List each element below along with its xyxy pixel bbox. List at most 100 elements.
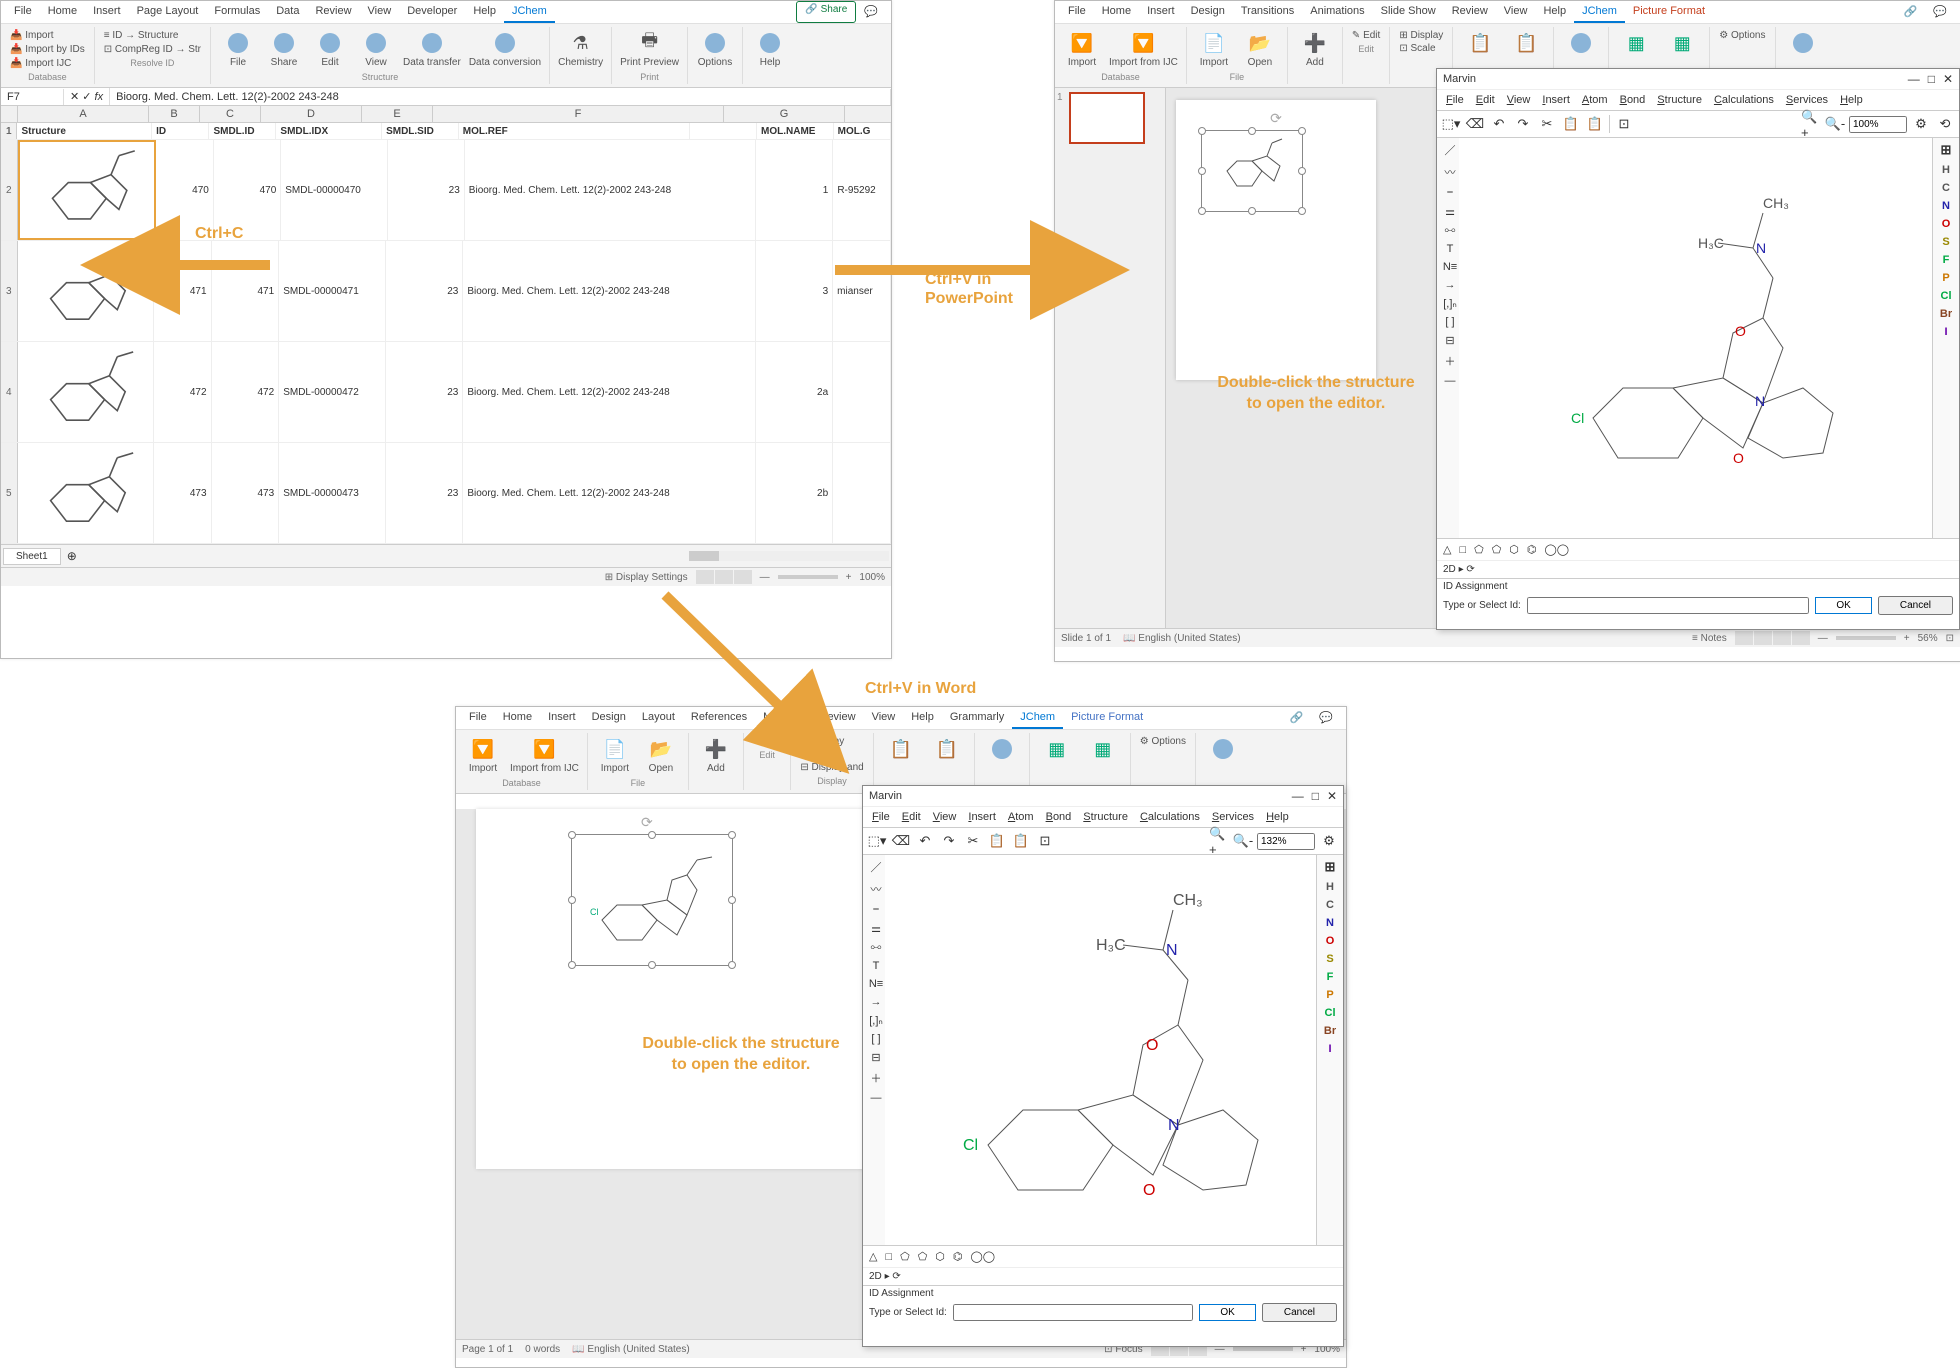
box-tool[interactable]: ⊡ [1035,831,1055,851]
share-struct-button[interactable]: Share [263,29,305,70]
file-open-button[interactable]: 📂Open [1239,29,1281,70]
paste-button[interactable]: 📋 [1011,831,1031,851]
cut-button[interactable]: ✂ [963,831,983,851]
col-d[interactable]: D [261,106,362,122]
share-button[interactable]: 🔗 [1896,1,1926,23]
menu-services[interactable]: Services [1207,809,1259,825]
add-sheet[interactable]: ⊕ [61,547,83,565]
menu-edit[interactable]: Edit [897,809,926,825]
cancel-button[interactable]: Cancel [1878,596,1953,615]
selected-structure[interactable]: Cl [571,834,733,966]
atom-O[interactable]: O [1326,935,1335,947]
grid1[interactable]: ▦ [1615,29,1657,57]
vtool[interactable]: [ ] [871,1033,880,1045]
tab-animations[interactable]: Animations [1302,1,1372,23]
edit-button[interactable]: ✎ Edit [1349,29,1383,42]
tab-view[interactable]: View [1496,1,1536,23]
settings-button[interactable]: ⚙ [1911,114,1931,134]
grid1[interactable]: ▦ [1036,735,1078,763]
copy-button[interactable]: 📋 [1561,114,1581,134]
notes-button[interactable]: ≡ Notes [1692,633,1727,644]
import-button[interactable]: 🔽Import [462,735,504,776]
vtool[interactable]: ⚌ [1445,205,1455,218]
sheet-tab[interactable]: Sheet1 [3,548,61,565]
zoom-out[interactable]: 🔍- [1825,114,1845,134]
id-input[interactable] [1527,597,1810,614]
tab-file[interactable]: File [6,1,40,23]
col-b[interactable]: B [149,106,200,122]
vtool[interactable]: ⎯ [873,903,879,916]
menu-help[interactable]: Help [1835,92,1868,108]
conversion-button[interactable]: Data conversion [467,29,543,70]
tab-view[interactable]: View [360,1,400,23]
tab-jchem[interactable]: JChem [504,1,555,23]
atom-Cl[interactable]: Cl [1941,290,1952,302]
tab-design[interactable]: Design [584,707,634,729]
circ2[interactable] [1202,735,1244,763]
tab-developer[interactable]: Developer [399,1,465,23]
vtool[interactable]: 〰 [1445,164,1456,180]
undo-button[interactable]: ↶ [915,831,935,851]
link-button[interactable]: ⟲ [1935,114,1955,134]
tab-review[interactable]: Review [1444,1,1496,23]
atom-H[interactable]: H [1326,881,1334,893]
vtool[interactable]: T [873,960,880,972]
tab-jchem[interactable]: JChem [1012,707,1063,729]
view-buttons[interactable] [696,570,752,584]
file-button[interactable]: File [217,29,259,70]
tab-view[interactable]: View [864,707,904,729]
menu-view[interactable]: View [928,809,962,825]
grid2[interactable]: ▦ [1661,29,1703,57]
zoom-input[interactable] [1257,833,1315,850]
tab-grammarly[interactable]: Grammarly [942,707,1012,729]
vtool[interactable]: N≡ [1443,261,1457,273]
tab-file[interactable]: File [1060,1,1094,23]
menu-services[interactable]: Services [1781,92,1833,108]
col-e[interactable]: E [362,106,433,122]
triangle-tool[interactable]: △ [869,1250,877,1263]
tab-design[interactable]: Design [1183,1,1233,23]
menu-bond[interactable]: Bond [1615,92,1651,108]
tab-pagelayout[interactable]: Page Layout [129,1,207,23]
file-import-button[interactable]: 📄Import [1193,29,1235,70]
atom-P[interactable]: P [1942,272,1949,284]
select-tool[interactable]: ⬚▾ [867,831,887,851]
tab-insert[interactable]: Insert [540,707,584,729]
zoom-level[interactable]: 100% [859,572,885,583]
comments-button[interactable]: 💬 [1925,1,1955,23]
display-settings[interactable]: ⊞ Display Settings [605,572,688,583]
cancel-button[interactable]: Cancel [1262,1303,1337,1322]
id-structure-button[interactable]: ≡ ID → Structure [101,29,204,42]
menu-structure[interactable]: Structure [1652,92,1707,108]
vtool[interactable]: → [871,996,882,1008]
pentagon-tool[interactable]: ⬠ [1474,543,1484,556]
vtool[interactable]: ／ [871,859,882,875]
vtool[interactable]: ⊟ [1445,334,1454,347]
benzene-tool[interactable]: ⌬ [1527,543,1537,556]
menu-insert[interactable]: Insert [1537,92,1575,108]
hexagon-tool[interactable]: ⬡ [935,1250,945,1263]
menu-atom[interactable]: Atom [1577,92,1613,108]
menu-file[interactable]: File [1441,92,1469,108]
fused-tool[interactable]: ◯◯ [1544,543,1569,556]
pentagon-tool[interactable]: ⬠ [900,1250,910,1263]
tab-transitions[interactable]: Transitions [1233,1,1302,23]
tab-review[interactable]: Review [307,1,359,23]
zoom-out[interactable]: 🔍- [1233,831,1253,851]
tab-slideshow[interactable]: Slide Show [1373,1,1444,23]
vtool[interactable]: ＋ [871,1070,882,1086]
circ1[interactable] [1560,29,1602,57]
tab-help[interactable]: Help [1535,1,1574,23]
triangle-tool[interactable]: △ [1443,543,1451,556]
max-button[interactable]: □ [1312,789,1319,803]
share-button[interactable]: 🔗 Share [796,1,856,23]
settings-button[interactable]: ⚙ [1319,831,1339,851]
atom-S[interactable]: S [1942,236,1949,248]
c2[interactable]: 📋 [926,735,968,763]
atom-I[interactable]: I [1944,326,1947,338]
menu-calculations[interactable]: Calculations [1135,809,1205,825]
col-a[interactable]: A [18,106,149,122]
circ2[interactable] [1782,29,1824,57]
vtool[interactable]: — [1445,375,1456,387]
cell-ref[interactable]: F7 [1,89,64,105]
